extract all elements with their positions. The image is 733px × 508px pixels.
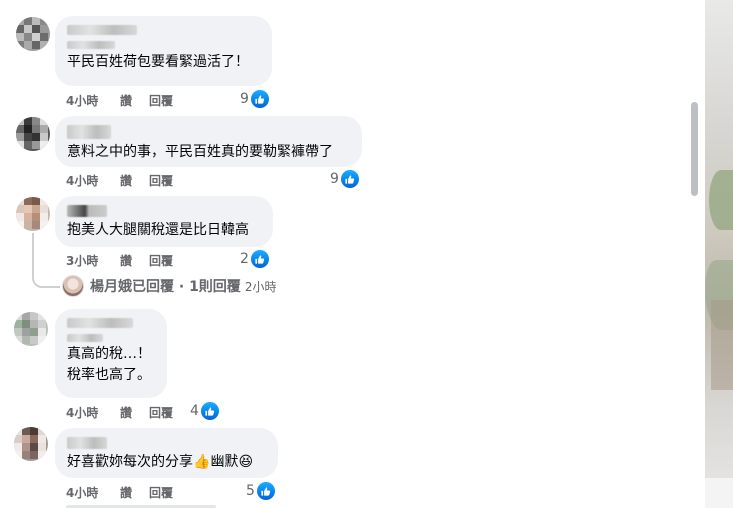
comment-text: 平民百姓荷包要看緊過活了！ <box>67 54 249 70</box>
comment-actions: 4小時 讚 回覆 <box>66 404 173 421</box>
replies-time: 2小時 <box>244 279 277 294</box>
author-name-blurred[interactable] <box>67 437 107 449</box>
comment-time[interactable]: 3小時 <box>66 252 120 269</box>
comment-actions: 4小時 讚 回覆 <box>66 92 173 109</box>
comments-panel: 平民百姓荷包要看緊過活了！ 4小時 讚 回覆 9 意料之中的事，平民百姓真的要勒… <box>0 0 705 508</box>
reaction-number: 9 <box>240 91 249 107</box>
like-button[interactable]: 讚 <box>120 404 149 421</box>
avatar[interactable] <box>16 117 50 151</box>
avatar[interactable] <box>16 17 50 51</box>
comment-text-2: 幽默 <box>210 454 239 470</box>
like-icon <box>250 250 269 268</box>
like-icon <box>256 482 275 500</box>
reply-button[interactable]: 回覆 <box>149 92 173 109</box>
avatar[interactable] <box>16 197 50 231</box>
reply-thread-line <box>32 233 60 288</box>
like-button[interactable]: 讚 <box>120 172 149 189</box>
reaction-count[interactable]: 2 <box>240 250 269 268</box>
view-replies[interactable]: 楊月娥已回覆 · 1則回覆 2小時 <box>62 275 276 297</box>
author-name-blurred <box>67 41 115 49</box>
laughing-emoji-icon: 😆 <box>238 454 254 470</box>
author-name-blurred <box>67 334 103 342</box>
like-button[interactable]: 讚 <box>120 252 149 269</box>
comment-actions: 4小時 讚 回覆 <box>66 484 173 501</box>
scrollbar-thumb[interactable] <box>691 102 698 196</box>
replies-summary[interactable]: 楊月娥已回覆 · 1則回覆 <box>90 276 241 296</box>
comment-text: 意料之中的事，平民百姓真的要勒緊褲帶了 <box>67 144 333 160</box>
like-button[interactable]: 讚 <box>120 92 149 109</box>
comment-text: 真高的稅…！ 稅率也高了。 <box>67 346 151 383</box>
reply-button[interactable]: 回覆 <box>149 484 173 501</box>
comment-time[interactable]: 4小時 <box>66 484 120 501</box>
comment-time[interactable]: 4小時 <box>66 404 120 421</box>
comment-time[interactable]: 4小時 <box>66 172 120 189</box>
author-name-blurred[interactable] <box>67 205 107 217</box>
comment-text: 抱美人大腿關稅還是比日韓高 <box>67 222 249 238</box>
reaction-number: 4 <box>190 403 199 419</box>
reaction-count[interactable]: 9 <box>330 170 359 188</box>
reply-author-avatar <box>62 275 84 297</box>
avatar[interactable] <box>14 312 48 346</box>
comment-bubble: 好喜歡妳每次的分享👍幽默😆 <box>55 428 278 478</box>
author-name-blurred[interactable] <box>67 318 133 328</box>
comment-actions: 3小時 讚 回覆 <box>66 252 173 269</box>
reaction-count[interactable]: 5 <box>246 482 275 500</box>
reply-button[interactable]: 回覆 <box>149 404 173 421</box>
author-name-blurred[interactable] <box>67 25 137 35</box>
reaction-number: 2 <box>240 251 249 267</box>
comment-actions: 4小時 讚 回覆 <box>66 172 173 189</box>
like-icon <box>250 90 269 108</box>
comment-bubble: 平民百姓荷包要看緊過活了！ <box>55 16 272 86</box>
comment-text-row: 好喜歡妳每次的分享👍幽默😆 <box>67 452 266 473</box>
like-icon <box>340 170 359 188</box>
reply-button[interactable]: 回覆 <box>149 252 173 269</box>
background-photo <box>705 0 733 508</box>
comment-time[interactable]: 4小時 <box>66 92 120 109</box>
like-icon <box>200 402 219 420</box>
reply-button[interactable]: 回覆 <box>149 172 173 189</box>
reaction-number: 9 <box>330 171 339 187</box>
reaction-number: 5 <box>246 483 255 499</box>
reaction-count[interactable]: 4 <box>190 402 219 420</box>
comment-text: 好喜歡妳每次的分享 <box>67 454 193 470</box>
thumbs-up-emoji-icon: 👍 <box>193 454 211 470</box>
comment-bubble: 真高的稅…！ 稅率也高了。 <box>55 309 167 398</box>
reaction-count[interactable]: 9 <box>240 90 269 108</box>
comment-bubble: 抱美人大腿關稅還是比日韓高 <box>55 196 273 247</box>
author-name-blurred[interactable] <box>67 125 111 139</box>
comment-bubble: 意料之中的事，平民百姓真的要勒緊褲帶了 <box>55 116 362 167</box>
avatar[interactable] <box>14 427 48 461</box>
background-strip <box>705 478 733 508</box>
like-button[interactable]: 讚 <box>120 484 149 501</box>
